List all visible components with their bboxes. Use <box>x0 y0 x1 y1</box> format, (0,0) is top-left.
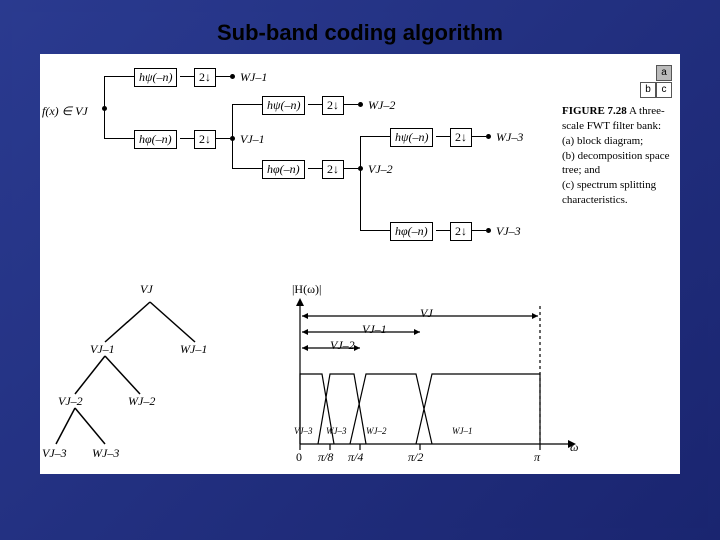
span-vj1: VJ–1 <box>362 322 387 337</box>
wire <box>344 104 358 105</box>
out-wj3: WJ–3 <box>496 130 523 145</box>
tree-vj1: VJ–1 <box>90 342 115 357</box>
tree-root: VJ <box>140 282 153 297</box>
tick-pi8: π/8 <box>318 450 333 465</box>
node-dot <box>230 74 235 79</box>
down-box-2a: 2↓ <box>322 96 344 115</box>
slide-frame: Sub-band coding algorithm f(x) ∈ VJ hψ(–… <box>0 0 720 540</box>
tree-wj1: WJ–1 <box>180 342 207 357</box>
out-vj1: VJ–1 <box>240 132 265 147</box>
figure-number: FIGURE 7.28 <box>562 105 627 117</box>
tick-pi: π <box>534 450 540 465</box>
wire <box>216 138 230 139</box>
grid-c: c <box>656 82 672 98</box>
figure-part-a: (a) block diagram; <box>562 135 643 147</box>
wire <box>472 230 486 231</box>
figure-caption: FIGURE 7.28 A three-scale FWT filter ban… <box>562 104 674 208</box>
subspace-tree <box>50 284 250 464</box>
wire <box>360 136 361 230</box>
down-box-2b: 2↓ <box>322 160 344 179</box>
out-vj3: VJ–3 <box>496 224 521 239</box>
tick-0: 0 <box>296 450 302 465</box>
wire <box>308 168 322 169</box>
tree-wj3: WJ–3 <box>92 446 119 461</box>
tree-vj3: VJ–3 <box>42 446 67 461</box>
band-wj2: WJ–2 <box>366 426 387 436</box>
down-box-1a: 2↓ <box>194 68 216 87</box>
node-dot <box>358 102 363 107</box>
input-label: f(x) ∈ VJ <box>42 104 88 119</box>
wire <box>180 76 194 77</box>
wire <box>472 136 486 137</box>
figure-part-b: (b) decomposition space tree; and <box>562 150 670 177</box>
out-wj2: WJ–2 <box>368 98 395 113</box>
slide-title: Sub-band coding algorithm <box>12 12 708 50</box>
slide-inner: Sub-band coding algorithm f(x) ∈ VJ hψ(–… <box>12 12 708 528</box>
wire <box>232 104 262 105</box>
out-wj1: WJ–1 <box>240 70 267 85</box>
down-box-1b: 2↓ <box>194 130 216 149</box>
wire <box>104 138 134 139</box>
span-vj2: VJ–2 <box>330 338 355 353</box>
wire <box>104 76 134 77</box>
hpsi-box-2: hψ(–n) <box>262 96 305 115</box>
wire <box>436 230 450 231</box>
grid-a: a <box>656 65 672 81</box>
hphi-box-3: hφ(–n) <box>390 222 433 241</box>
down-box-3a: 2↓ <box>450 128 472 147</box>
wire <box>360 136 390 137</box>
wire <box>232 168 262 169</box>
tree-vj2: VJ–2 <box>58 394 83 409</box>
hpsi-box-3: hψ(–n) <box>390 128 433 147</box>
out-vj2: VJ–2 <box>368 162 393 177</box>
wire <box>344 168 358 169</box>
grid-b: b <box>640 82 656 98</box>
wire <box>232 104 233 168</box>
hphi-box-2: hφ(–n) <box>262 160 305 179</box>
band-wj1: WJ–1 <box>452 426 473 436</box>
band-vj3: VJ–3 <box>294 426 313 436</box>
hpsi-box-1: hψ(–n) <box>134 68 177 87</box>
hphi-box-1: hφ(–n) <box>134 130 177 149</box>
wire <box>360 230 390 231</box>
figure-grid: a bc <box>640 64 672 98</box>
tick-pi2: π/2 <box>408 450 423 465</box>
span-vj: VJ <box>420 306 433 321</box>
wire <box>104 76 105 138</box>
figure-part-c: (c) spectrum splitting characteristics. <box>562 179 656 206</box>
wire <box>180 138 194 139</box>
xlabel: ω <box>570 440 578 455</box>
wire <box>216 76 230 77</box>
diagram-canvas: f(x) ∈ VJ hψ(–n) 2↓ WJ–1 hφ(–n) 2↓ VJ–1 <box>40 54 680 474</box>
node-dot <box>486 228 491 233</box>
wire <box>308 104 322 105</box>
tree-wj2: WJ–2 <box>128 394 155 409</box>
node-dot <box>486 134 491 139</box>
wire <box>436 136 450 137</box>
tick-pi4: π/4 <box>348 450 363 465</box>
down-box-3b: 2↓ <box>450 222 472 241</box>
spectrum-plot <box>270 294 580 474</box>
band-wj3: WJ–3 <box>326 426 347 436</box>
